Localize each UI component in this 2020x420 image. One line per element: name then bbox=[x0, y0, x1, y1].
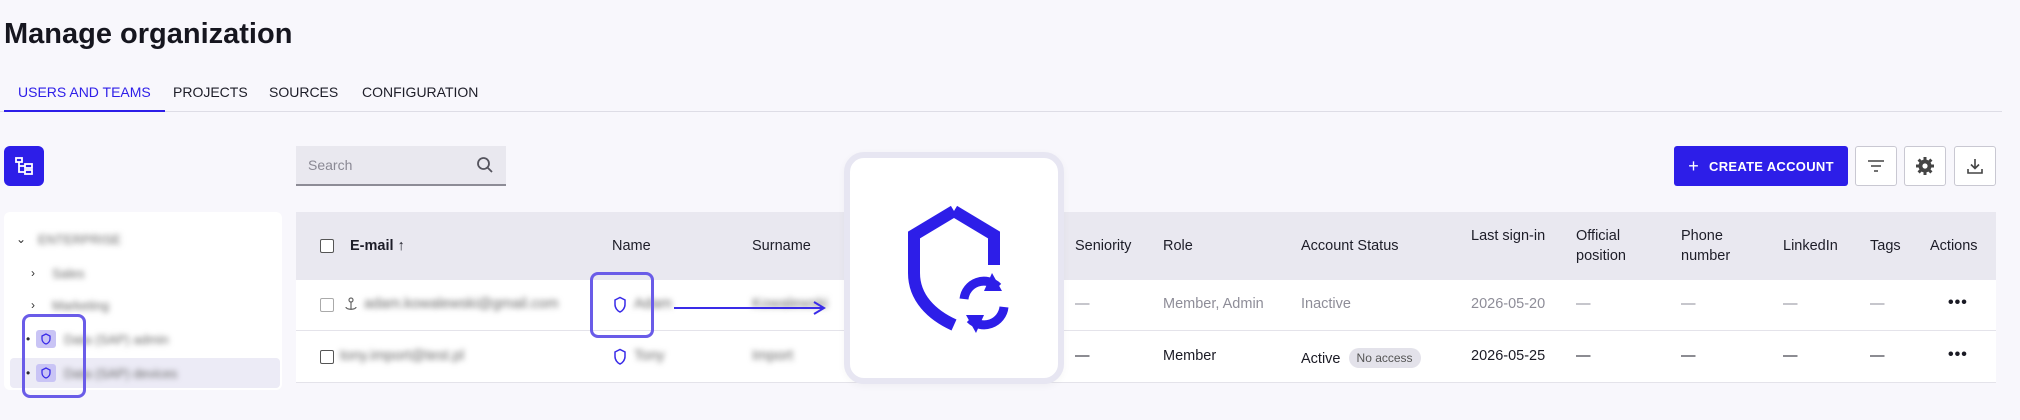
select-all-checkbox[interactable] bbox=[320, 239, 334, 253]
cell-account-status: Active No access bbox=[1301, 348, 1421, 368]
tree-item[interactable]: › Sales bbox=[4, 258, 282, 288]
cell-account-status: Inactive bbox=[1301, 296, 1351, 312]
filter-icon bbox=[1868, 160, 1884, 172]
org-tree-icon bbox=[15, 157, 33, 175]
column-header-name[interactable]: Name bbox=[612, 236, 651, 256]
search-placeholder: Search bbox=[308, 157, 353, 173]
tree-item-label: Sales bbox=[52, 265, 85, 281]
cell-phone: — bbox=[1681, 296, 1696, 312]
plus-icon: + bbox=[1688, 155, 1699, 176]
page-title: Manage organization bbox=[4, 18, 293, 50]
row-actions-menu-icon[interactable]: ••• bbox=[1948, 346, 1968, 364]
no-access-badge: No access bbox=[1348, 348, 1421, 368]
search-input[interactable]: Search bbox=[296, 146, 506, 186]
cell-email: tony.import@test.pl bbox=[340, 348, 465, 364]
table-row[interactable]: adam.kowalewski@gmail.com Adam Kowalewsk… bbox=[296, 280, 1996, 331]
cell-last-sign-in: 2026-05-25 bbox=[1471, 348, 1546, 364]
cell-linkedin: — bbox=[1783, 296, 1798, 312]
tab-users-and-teams[interactable]: USERS AND TEAMS bbox=[4, 84, 165, 112]
icon-callout bbox=[844, 152, 1064, 384]
cell-official-position: — bbox=[1576, 348, 1591, 364]
tab-projects[interactable]: PROJECTS bbox=[173, 84, 248, 112]
cell-official-position: — bbox=[1576, 296, 1591, 312]
org-tree-toggle-button[interactable] bbox=[4, 146, 44, 186]
row-checkbox[interactable] bbox=[320, 350, 334, 364]
download-icon bbox=[1967, 159, 1983, 174]
row-checkbox[interactable] bbox=[320, 298, 334, 312]
users-table: E-mail ↑ Name Surname Seniority Role Acc… bbox=[296, 212, 1996, 383]
column-header-last-sign-in[interactable]: Last sign-in bbox=[1471, 226, 1547, 246]
cell-last-sign-in: 2026-05-20 bbox=[1471, 296, 1546, 312]
cell-phone: — bbox=[1681, 348, 1696, 364]
column-header-official-position[interactable]: Official position bbox=[1576, 226, 1646, 266]
tree-item-label: ENTERPRISE bbox=[38, 231, 122, 247]
status-label: Active bbox=[1301, 351, 1341, 367]
shield-sync-icon bbox=[614, 348, 626, 365]
column-header-tags[interactable]: Tags bbox=[1870, 236, 1901, 256]
cell-name: Tony bbox=[634, 348, 665, 364]
highlight-frame bbox=[22, 314, 86, 398]
search-icon[interactable] bbox=[476, 156, 494, 174]
shield-sync-icon bbox=[908, 205, 1009, 333]
cell-tags: — bbox=[1870, 348, 1885, 364]
tab-sources[interactable]: SOURCES bbox=[269, 84, 338, 112]
column-header-phone-number[interactable]: Phone number bbox=[1681, 226, 1751, 266]
cell-surname: Import bbox=[752, 348, 794, 364]
column-header-linkedin[interactable]: LinkedIn bbox=[1783, 236, 1838, 256]
chevron-right-icon[interactable]: › bbox=[24, 266, 42, 280]
tree-item-root[interactable]: ⌄ ENTERPRISE bbox=[4, 224, 282, 254]
highlight-frame bbox=[590, 272, 654, 338]
filter-button[interactable] bbox=[1855, 146, 1897, 186]
cell-role: Member, Admin bbox=[1163, 296, 1264, 312]
cell-seniority: — bbox=[1075, 348, 1090, 364]
cell-email: adam.kowalewski@gmail.com bbox=[364, 296, 559, 312]
cell-seniority: — bbox=[1075, 296, 1090, 312]
chevron-right-icon[interactable]: › bbox=[24, 298, 42, 312]
column-header-seniority[interactable]: Seniority bbox=[1075, 236, 1131, 256]
anchor-icon bbox=[345, 297, 357, 310]
column-header-role[interactable]: Role bbox=[1163, 236, 1193, 256]
column-header-actions: Actions bbox=[1930, 238, 1978, 254]
column-header-surname[interactable]: Surname bbox=[752, 236, 811, 256]
chevron-down-icon[interactable]: ⌄ bbox=[12, 232, 30, 246]
cell-role: Member bbox=[1163, 348, 1217, 364]
table-header: E-mail ↑ Name Surname Seniority Role Acc… bbox=[296, 212, 1996, 280]
cell-tags: — bbox=[1870, 296, 1885, 312]
cell-linkedin: — bbox=[1783, 348, 1798, 364]
create-account-button[interactable]: + CREATE ACCOUNT bbox=[1674, 146, 1848, 186]
create-account-label: CREATE ACCOUNT bbox=[1709, 158, 1834, 174]
sort-ascending-icon: ↑ bbox=[397, 238, 405, 254]
settings-button[interactable] bbox=[1904, 146, 1946, 186]
arrow-right-icon bbox=[674, 301, 826, 315]
column-header-email[interactable]: E-mail ↑ bbox=[350, 236, 405, 256]
table-row[interactable]: tony.import@test.pl Tony Import — Member… bbox=[296, 332, 1996, 383]
column-header-account-status[interactable]: Account Status bbox=[1301, 236, 1399, 256]
tab-configuration[interactable]: CONFIGURATION bbox=[362, 84, 478, 112]
column-header-label: E-mail bbox=[350, 238, 394, 254]
gear-icon bbox=[1916, 157, 1934, 175]
row-actions-menu-icon[interactable]: ••• bbox=[1948, 294, 1968, 312]
download-button[interactable] bbox=[1954, 146, 1996, 186]
tree-item-label: Marketing bbox=[52, 297, 110, 313]
tab-bar: USERS AND TEAMS PROJECTS SOURCES CONFIGU… bbox=[0, 80, 2002, 112]
